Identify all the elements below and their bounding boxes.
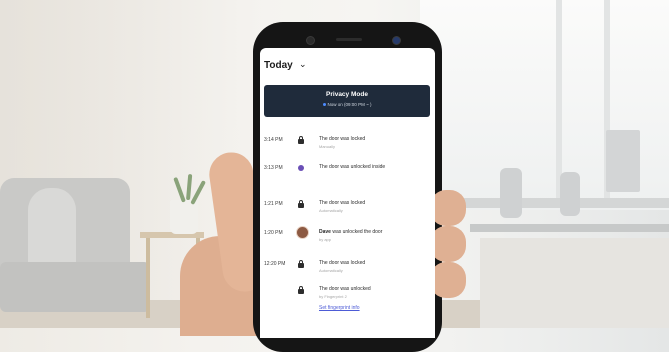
event-message: The door was unlocked inside bbox=[319, 164, 386, 170]
earpiece bbox=[336, 38, 362, 41]
finger bbox=[430, 226, 466, 262]
list-item[interactable]: 3:13 PM The door was unlocked inside bbox=[260, 162, 435, 190]
window-frame bbox=[556, 0, 562, 200]
lock-icon bbox=[296, 285, 306, 295]
event-time: 1:20 PM bbox=[264, 230, 283, 236]
privacy-mode-status-text: Now on (09:00 PM ~ ) bbox=[327, 102, 372, 107]
office-chair bbox=[560, 172, 580, 216]
user-avatar-icon bbox=[296, 226, 309, 239]
lock-icon bbox=[296, 259, 306, 269]
date-filter-label[interactable]: Today bbox=[264, 60, 293, 71]
event-message: Dave was unlocked the door bbox=[319, 229, 382, 235]
app-screen: Today ⌄ Privacy Mode Now on (09:00 PM ~ … bbox=[260, 48, 435, 338]
event-message: The door was locked bbox=[319, 136, 366, 142]
event-time: 3:13 PM bbox=[264, 165, 283, 171]
event-message: The door was locked bbox=[319, 200, 366, 206]
list-item[interactable]: 12:20 PM The door was locked Automatical… bbox=[260, 258, 435, 286]
event-message: The door was unlocked bbox=[319, 286, 371, 292]
unlock-icon bbox=[296, 163, 306, 173]
office-desk bbox=[470, 224, 669, 232]
status-dot-icon bbox=[322, 103, 326, 107]
finger bbox=[430, 262, 466, 298]
lock-icon bbox=[296, 199, 306, 209]
lock-icon bbox=[296, 135, 306, 145]
cabinet bbox=[480, 238, 669, 328]
privacy-mode-status: Now on (09:00 PM ~ ) bbox=[264, 102, 430, 107]
plant-pot bbox=[170, 200, 198, 234]
set-fingerprint-link[interactable]: Set fingerprint info bbox=[319, 305, 360, 311]
privacy-mode-title: Privacy Mode bbox=[326, 91, 368, 98]
event-time: 3:14 PM bbox=[264, 137, 283, 143]
office-chair bbox=[500, 168, 522, 218]
event-detail: Manually bbox=[319, 144, 336, 149]
event-message: The door was locked bbox=[319, 260, 366, 266]
event-time: 12:20 PM bbox=[264, 261, 286, 267]
event-user: Dave bbox=[319, 229, 331, 235]
event-detail: Automatically bbox=[319, 208, 343, 213]
sofa-seat bbox=[0, 262, 150, 312]
event-detail: by Fingerprint 2 bbox=[319, 294, 347, 299]
privacy-mode-banner[interactable]: Privacy Mode Now on (09:00 PM ~ ) bbox=[264, 85, 430, 117]
list-item[interactable]: 1:21 PM The door was locked Automaticall… bbox=[260, 198, 435, 226]
event-message-text: was unlocked the door bbox=[330, 229, 383, 235]
office-desk bbox=[440, 198, 669, 208]
list-item[interactable]: 1:20 PM Dave was unlocked the door by ap… bbox=[260, 226, 435, 255]
sensor-icon bbox=[392, 36, 401, 45]
table-leg bbox=[146, 238, 150, 318]
event-time: 1:21 PM bbox=[264, 201, 283, 207]
monitor bbox=[606, 130, 640, 192]
finger bbox=[430, 190, 466, 226]
chevron-down-icon[interactable]: ⌄ bbox=[299, 59, 307, 70]
phone-sensors bbox=[286, 33, 410, 45]
event-detail: by app bbox=[319, 237, 332, 242]
list-item[interactable]: 3:14 PM The door was locked Manually bbox=[260, 134, 435, 162]
event-detail: Automatically bbox=[319, 268, 343, 273]
front-camera-icon bbox=[306, 36, 315, 45]
